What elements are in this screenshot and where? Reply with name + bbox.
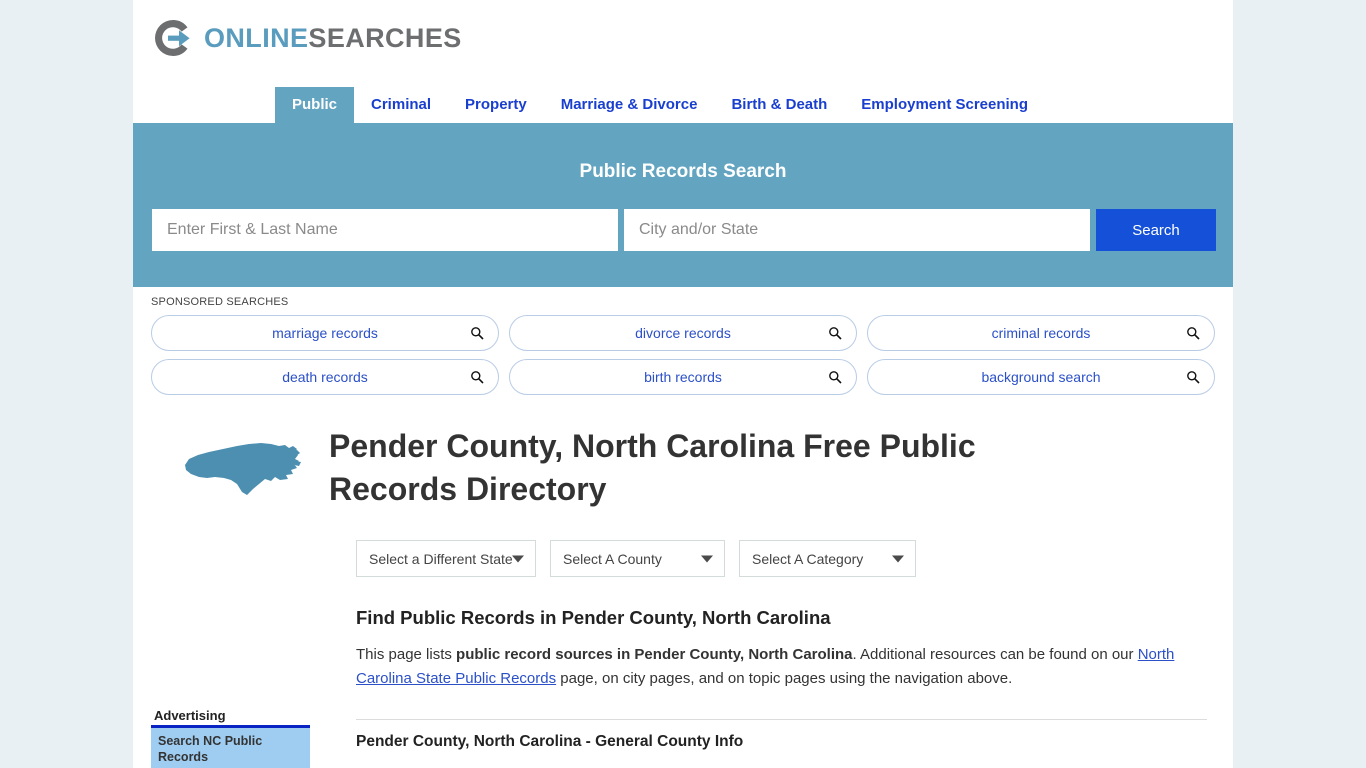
sponsored-searches-label: SPONSORED SEARCHES bbox=[151, 296, 289, 308]
page-title: Pender County, North Carolina Free Publi… bbox=[329, 428, 976, 507]
logo-wordmark: ONLINESEARCHES bbox=[204, 22, 462, 53]
section-heading: Find Public Records in Pender County, No… bbox=[356, 607, 831, 629]
subsection-heading: Pender County, North Carolina - General … bbox=[356, 732, 744, 750]
search-form: Search bbox=[151, 209, 1216, 251]
ad-unit-title: Search NC Public Records bbox=[158, 734, 263, 764]
main-column: Find Public Records in Pender County, No… bbox=[356, 577, 1215, 751]
intro-bold-phrase: public record sources in Pender County, … bbox=[456, 646, 853, 664]
chevron-down-icon bbox=[892, 555, 904, 563]
search-icon bbox=[829, 327, 842, 340]
advertising-sidebar: Advertising Search NC Public Records NC … bbox=[151, 708, 311, 768]
pill-label: death records bbox=[282, 369, 368, 385]
page-root: ONLINESEARCHES Public Criminal Property … bbox=[0, 0, 1366, 768]
nav-item-criminal[interactable]: Criminal bbox=[354, 87, 448, 123]
chevron-down-icon bbox=[701, 555, 713, 563]
nav-item-property[interactable]: Property bbox=[448, 87, 544, 123]
intro-text-1: This page lists bbox=[356, 646, 457, 664]
nav-item-birth-death[interactable]: Birth & Death bbox=[714, 87, 844, 123]
header: ONLINESEARCHES bbox=[133, 0, 1233, 82]
content-area: Pender County, North Carolina Free Publi… bbox=[133, 403, 1233, 768]
ad-unit[interactable]: Search NC Public Records bbox=[151, 725, 310, 768]
sponsored-pill-birth-records[interactable]: birth records bbox=[509, 359, 857, 395]
category-select-label: Select A Category bbox=[752, 550, 864, 567]
search-icon bbox=[471, 327, 484, 340]
pill-label: marriage records bbox=[272, 325, 378, 341]
search-button[interactable]: Search bbox=[1096, 209, 1216, 251]
nav-item-public[interactable]: Public bbox=[275, 87, 355, 123]
pill-label: birth records bbox=[644, 369, 722, 385]
north-carolina-state-map-icon bbox=[185, 443, 301, 495]
site-container: ONLINESEARCHES Public Criminal Property … bbox=[133, 0, 1233, 768]
site-logo[interactable]: ONLINESEARCHES bbox=[151, 14, 1233, 62]
filter-selects: Select a Different State Select A County… bbox=[356, 540, 1215, 578]
intro-text-2: . Additional resources can be found on o… bbox=[852, 646, 1138, 664]
pill-label: background search bbox=[981, 369, 1101, 385]
search-icon bbox=[1187, 327, 1200, 340]
primary-nav: Public Criminal Property Marriage & Divo… bbox=[133, 82, 1233, 123]
page-title-row: Pender County, North Carolina Free Publi… bbox=[151, 425, 1215, 510]
sponsored-pill-grid: marriage records divorce records crimina… bbox=[151, 315, 1215, 395]
pill-label: criminal records bbox=[991, 325, 1091, 341]
sponsored-pill-death-records[interactable]: death records bbox=[151, 359, 499, 395]
location-search-input[interactable] bbox=[624, 209, 1090, 251]
search-panel-title: Public Records Search bbox=[579, 161, 787, 182]
intro-paragraph: This page lists public record sources in… bbox=[356, 643, 1207, 692]
sponsored-pill-marriage-records[interactable]: marriage records bbox=[151, 315, 499, 351]
pill-label: divorce records bbox=[635, 325, 731, 341]
search-icon bbox=[1187, 371, 1200, 384]
name-search-input[interactable] bbox=[152, 209, 618, 251]
sponsored-pill-background-search[interactable]: background search bbox=[867, 359, 1215, 395]
chevron-down-icon bbox=[512, 555, 524, 563]
public-records-search-panel: Public Records Search Search bbox=[133, 123, 1233, 287]
circle-arrow-icon bbox=[155, 20, 190, 56]
state-select[interactable]: Select a Different State bbox=[356, 540, 536, 578]
county-select[interactable]: Select A County bbox=[550, 540, 725, 578]
intro-text-3: page, on city pages, and on topic pages … bbox=[556, 670, 1013, 688]
sponsored-searches: SPONSORED SEARCHES marriage records divo… bbox=[133, 287, 1233, 403]
sponsored-pill-criminal-records[interactable]: criminal records bbox=[867, 315, 1215, 351]
category-select[interactable]: Select A Category bbox=[739, 540, 916, 578]
search-icon bbox=[829, 371, 842, 384]
nav-item-marriage-divorce[interactable]: Marriage & Divorce bbox=[544, 87, 715, 123]
section-divider bbox=[356, 718, 1207, 720]
state-select-label: Select a Different State bbox=[369, 550, 513, 567]
logo-word-online: ONLINE bbox=[204, 22, 309, 53]
nav-item-employment-screening[interactable]: Employment Screening bbox=[844, 87, 1045, 123]
advertising-heading: Advertising bbox=[154, 708, 226, 723]
county-select-label: Select A County bbox=[563, 550, 662, 567]
sponsored-pill-divorce-records[interactable]: divorce records bbox=[509, 315, 857, 351]
logo-word-searches: SEARCHES bbox=[308, 22, 462, 53]
search-icon bbox=[471, 371, 484, 384]
